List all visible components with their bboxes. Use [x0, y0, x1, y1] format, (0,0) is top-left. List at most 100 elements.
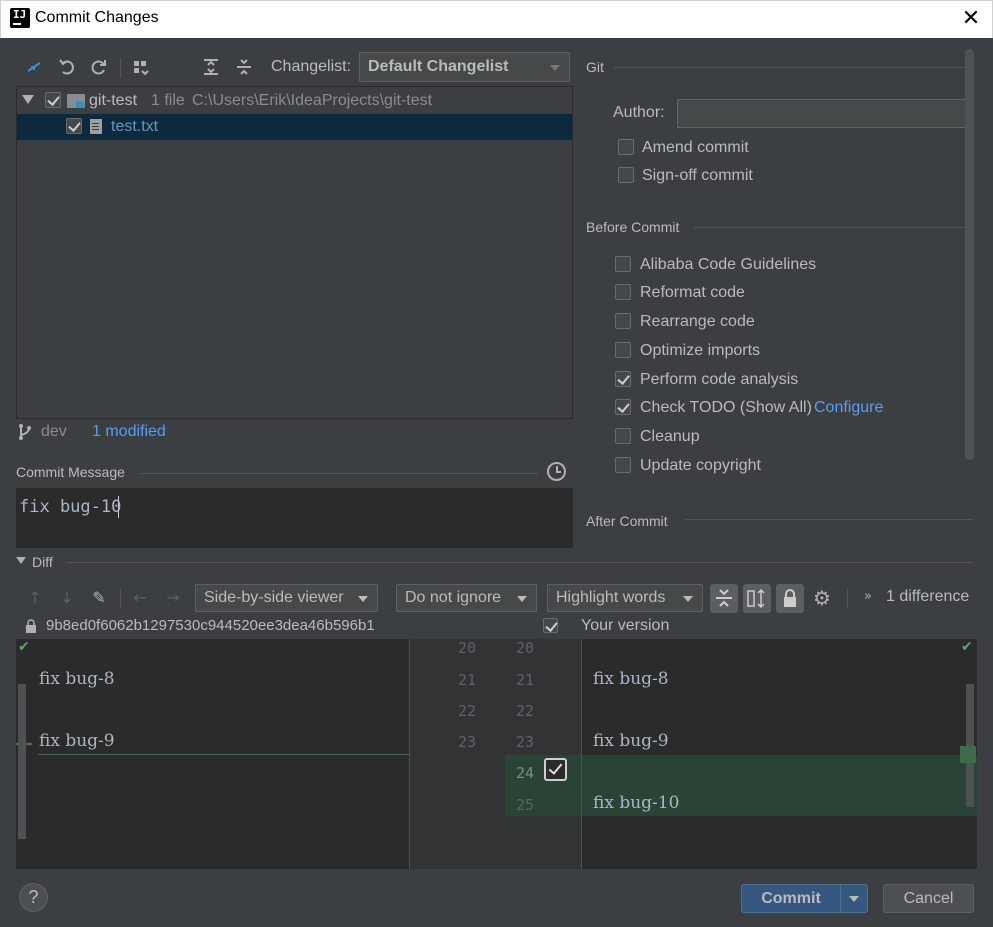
right-line-number: 21 [515, 671, 534, 689]
author-label: Author: [613, 104, 665, 121]
signoff-commit-label[interactable]: Sign-off commit [642, 167, 753, 185]
left-line-number: 20 [457, 639, 476, 657]
left-line-23: fix bug-9 [39, 731, 115, 751]
text-file-icon [90, 119, 102, 134]
chevron-down-icon [550, 65, 560, 71]
gear-icon[interactable]: ⚙ [812, 588, 832, 608]
folder-icon [67, 94, 85, 108]
edit-pencil-icon[interactable]: ✎ [89, 588, 109, 608]
author-input[interactable] [677, 99, 971, 128]
prev-change-icon[interactable]: ↑ [25, 588, 45, 608]
right-line-number: 22 [515, 702, 534, 720]
before-commit-title: Before Commit [586, 219, 680, 235]
code-analysis-label[interactable]: Perform code analysis [640, 371, 798, 389]
configure-link[interactable]: Configure [814, 399, 883, 417]
lock-icon[interactable] [776, 584, 804, 613]
file-checkbox[interactable] [66, 118, 82, 134]
include-chunk-checkbox[interactable] [544, 758, 567, 781]
highlight-value: Highlight words [556, 589, 666, 606]
history-clock-icon[interactable] [547, 462, 566, 481]
alibaba-guidelines-checkbox[interactable] [615, 256, 631, 272]
update-copyright-label[interactable]: Update copyright [640, 457, 761, 475]
rearrange-code-label[interactable]: Rearrange code [640, 313, 755, 331]
signoff-commit-checkbox[interactable] [618, 167, 634, 183]
after-commit-title: After Commit [586, 513, 668, 529]
right-line-number: 23 [515, 733, 534, 751]
viewer-value: Side-by-side viewer [204, 589, 344, 606]
chevron-down-icon [517, 596, 527, 602]
next-change-icon[interactable]: ↓ [57, 588, 77, 608]
chevron-down-icon [849, 896, 859, 902]
commit-message-label: Commit Message [16, 464, 125, 480]
toolbar-separator [120, 589, 121, 609]
refresh-icon[interactable] [89, 57, 109, 77]
forward-arrow-icon[interactable]: → [163, 588, 183, 608]
root-checkbox[interactable] [45, 92, 61, 108]
back-arrow-icon[interactable]: ← [130, 588, 150, 608]
toolbar-separator [120, 58, 121, 78]
settings-scrollbar[interactable] [965, 49, 974, 460]
diff-editor[interactable]: ✔ ✔ fix bug-8 fix bug-9 20 21 22 23 20 2… [16, 639, 977, 869]
right-line-number: 25 [515, 796, 534, 814]
lock-small-icon [25, 619, 37, 633]
right-revision-label: Your version [581, 617, 670, 634]
more-chevrons-icon[interactable]: » [864, 589, 872, 604]
show-diff-icon[interactable] [24, 57, 44, 77]
reformat-code-label[interactable]: Reformat code [640, 284, 745, 302]
collapse-unchanged-icon[interactable] [710, 584, 738, 613]
cleanup-checkbox[interactable] [615, 428, 631, 444]
optimize-imports-checkbox[interactable] [615, 342, 631, 358]
left-line-number: 22 [457, 702, 476, 720]
rollback-icon[interactable] [57, 57, 77, 77]
file-name[interactable]: test.txt [111, 118, 158, 136]
branch-name[interactable]: dev [41, 423, 67, 441]
no-errors-check-icon: ✔ [18, 639, 30, 655]
section-divider [685, 519, 973, 520]
section-divider [140, 473, 538, 474]
commit-options-button[interactable] [840, 884, 868, 913]
left-scrollbar[interactable] [18, 684, 26, 839]
changes-tree[interactable]: git-test 1 file C:\Users\Erik\IdeaProjec… [16, 86, 573, 419]
rearrange-code-checkbox[interactable] [615, 313, 631, 329]
collapse-all-icon[interactable] [234, 57, 254, 77]
amend-commit-label[interactable]: Amend commit [642, 139, 749, 157]
update-copyright-checkbox[interactable] [615, 457, 631, 473]
sync-scroll-icon[interactable] [743, 584, 771, 613]
line-number-gutter [410, 816, 581, 869]
text-caret [118, 496, 119, 518]
right-line-25: fix bug-10 [593, 793, 680, 813]
help-button[interactable]: ? [19, 883, 48, 912]
check-todo-checkbox[interactable] [615, 399, 631, 415]
ignore-whitespace-select[interactable]: Do not ignore [396, 584, 537, 612]
group-by-icon[interactable] [131, 57, 151, 77]
intellij-logo-icon: IJ [8, 6, 30, 28]
reformat-code-checkbox[interactable] [615, 284, 631, 300]
alibaba-guidelines-label[interactable]: Alibaba Code Guidelines [640, 256, 816, 274]
optimize-imports-label[interactable]: Optimize imports [640, 342, 760, 360]
difference-count: 1 difference [886, 588, 970, 605]
code-analysis-checkbox[interactable] [615, 371, 631, 387]
cancel-button[interactable]: Cancel [883, 884, 974, 913]
viewer-select[interactable]: Side-by-side viewer [195, 584, 378, 612]
diff-collapse-icon[interactable] [16, 557, 26, 564]
root-name: git-test [89, 92, 138, 109]
highlight-select[interactable]: Highlight words [547, 584, 703, 612]
cleanup-label[interactable]: Cleanup [640, 428, 700, 446]
right-gutter-border [581, 639, 582, 869]
check-todo-label[interactable]: Check TODO (Show All) [640, 399, 812, 417]
right-line-23: fix bug-9 [593, 731, 669, 751]
left-line-number: 21 [457, 671, 476, 689]
include-changes-checkbox[interactable] [543, 618, 558, 633]
chevron-down-icon [683, 596, 693, 602]
commit-button[interactable]: Commit [741, 884, 840, 913]
left-line-number: 23 [457, 733, 476, 751]
no-errors-check-icon: ✔ [961, 639, 973, 655]
changelist-select[interactable]: Default Changelist [359, 52, 570, 82]
toolbar-separator [847, 589, 848, 609]
commit-message-input[interactable]: fix bug-10 [16, 488, 573, 548]
amend-commit-checkbox[interactable] [618, 139, 634, 155]
close-icon[interactable]: ✕ [958, 6, 984, 32]
modified-count[interactable]: 1 modified [92, 423, 166, 441]
expand-all-icon[interactable] [201, 57, 221, 77]
tree-expand-icon[interactable] [22, 95, 34, 104]
